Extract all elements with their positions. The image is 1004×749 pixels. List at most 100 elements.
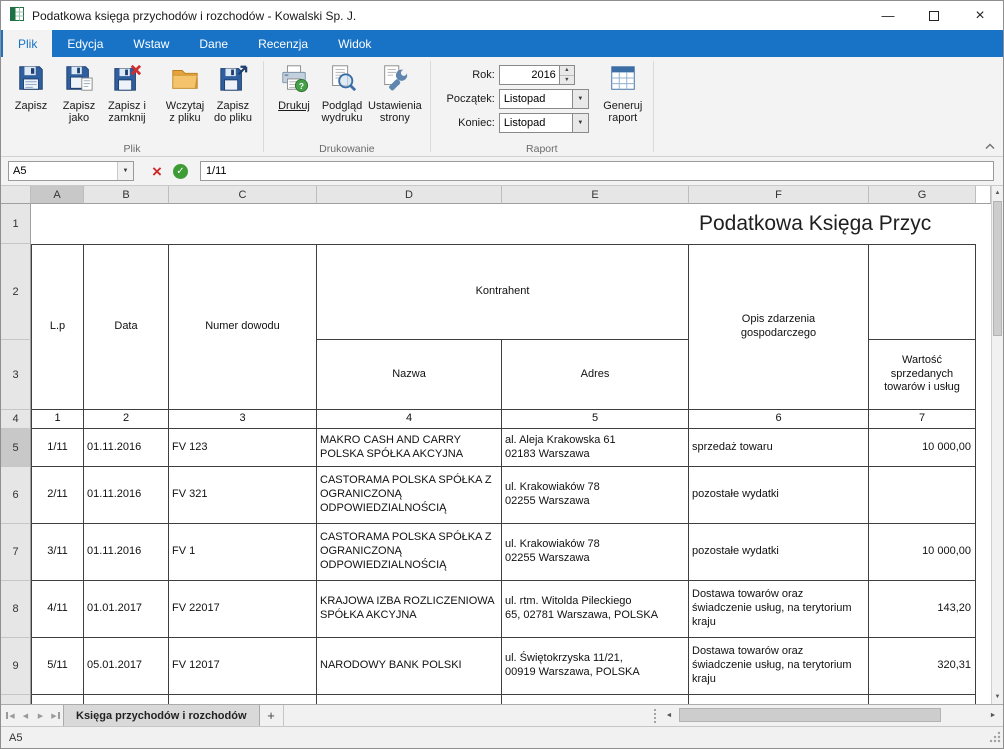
cell-a8[interactable]: 4/11 — [31, 581, 84, 638]
cell-a4[interactable]: 1 — [31, 410, 84, 429]
start-month-dropdown[interactable]: Listopad ▼ — [499, 89, 589, 109]
maximize-button[interactable] — [911, 1, 957, 30]
spin-up-icon[interactable]: ▲ — [560, 66, 574, 76]
horizontal-scrollbar-thumb[interactable] — [679, 708, 941, 722]
header-cell-numer[interactable]: Numer dowodu — [169, 244, 317, 410]
cell-f7[interactable]: pozostałe wydatki — [689, 524, 869, 581]
row-header-5[interactable]: 5 — [1, 429, 31, 467]
cell-c9[interactable]: FV 12017 — [169, 638, 317, 695]
scroll-up-icon[interactable]: ▲ — [992, 186, 1003, 200]
end-month-dropdown[interactable]: Listopad ▼ — [499, 113, 589, 133]
save-as-button[interactable]: Zapisz jako — [55, 60, 103, 128]
row-header-1[interactable]: 1 — [1, 204, 31, 244]
save-to-file-button[interactable]: Zapisz do pliku — [209, 60, 257, 128]
column-header-d[interactable]: D — [317, 186, 502, 204]
cell-g6[interactable] — [869, 467, 976, 524]
generate-report-button[interactable]: Generuj raport — [599, 60, 647, 128]
tab-recenzja[interactable]: Recenzja — [243, 30, 323, 57]
cell-f4[interactable]: 6 — [689, 410, 869, 429]
cell-g7[interactable]: 10 000,00 — [869, 524, 976, 581]
last-sheet-button[interactable]: ▶ — [48, 708, 63, 724]
scroll-right-icon[interactable]: ► — [985, 707, 1001, 724]
row-header-9[interactable]: 9 — [1, 638, 31, 695]
year-spinner[interactable]: 2016 ▲ ▼ — [499, 65, 575, 85]
cell-b8[interactable]: 01.01.2017 — [84, 581, 169, 638]
horizontal-scrollbar[interactable]: ◄ ► — [661, 707, 1001, 724]
cell-d5[interactable]: MAKRO CASH AND CARRY POLSKA SPÓŁKA AKCYJ… — [317, 429, 502, 467]
row-header-3[interactable]: 3 — [1, 340, 31, 410]
tab-scroll-splitter[interactable] — [650, 709, 659, 723]
chevron-down-icon[interactable]: ▼ — [572, 90, 588, 108]
cell-e10[interactable] — [502, 695, 689, 704]
header-cell-lp[interactable]: L.p — [31, 244, 84, 410]
cell-d8[interactable]: KRAJOWA IZBA ROZLICZENIOWA SPÓŁKA AKCYJN… — [317, 581, 502, 638]
column-header-e[interactable]: E — [502, 186, 689, 204]
cell-a10[interactable] — [31, 695, 84, 704]
cell-d4[interactable]: 4 — [317, 410, 502, 429]
resize-grip[interactable] — [988, 730, 1001, 746]
cell-e4[interactable]: 5 — [502, 410, 689, 429]
cell-c10[interactable] — [169, 695, 317, 704]
save-button[interactable]: Zapisz — [7, 60, 55, 115]
cell-c6[interactable]: FV 321 — [169, 467, 317, 524]
confirm-icon[interactable]: ✓ — [173, 164, 188, 179]
cell-g9[interactable]: 320,31 — [869, 638, 976, 695]
cell-c8[interactable]: FV 22017 — [169, 581, 317, 638]
cell-d10[interactable] — [317, 695, 502, 704]
load-from-file-button[interactable]: Wczytaj z pliku — [161, 60, 209, 128]
column-header-a[interactable]: A — [31, 186, 84, 204]
minimize-button[interactable]: — — [865, 1, 911, 30]
cell-f6[interactable]: pozostałe wydatki — [689, 467, 869, 524]
header-cell-kontrahent[interactable]: Kontrahent — [317, 244, 689, 340]
vertical-scrollbar-thumb[interactable] — [993, 201, 1002, 336]
cell-f8[interactable]: Dostawa towarów oraz świadczenie usług, … — [689, 581, 869, 638]
cell-b7[interactable]: 01.11.2016 — [84, 524, 169, 581]
cell-b6[interactable]: 01.11.2016 — [84, 467, 169, 524]
cell-g8[interactable]: 143,20 — [869, 581, 976, 638]
close-button[interactable]: × — [957, 1, 1003, 30]
print-preview-button[interactable]: Podgląd wydruku — [318, 60, 366, 128]
cell-b10[interactable] — [84, 695, 169, 704]
row-header-2[interactable]: 2 — [1, 244, 31, 340]
cell-e9[interactable]: ul. Świętokrzyska 11/21, 00919 Warszawa,… — [502, 638, 689, 695]
print-button[interactable]: ? Drukuj — [270, 60, 318, 115]
tab-wstaw[interactable]: Wstaw — [118, 30, 184, 57]
tab-widok[interactable]: Widok — [323, 30, 386, 57]
ribbon-collapse-icon[interactable] — [982, 140, 998, 153]
row-header-10[interactable] — [1, 695, 31, 704]
cell-a9[interactable]: 5/11 — [31, 638, 84, 695]
previous-sheet-button[interactable]: ◀ — [18, 708, 33, 724]
save-and-close-button[interactable]: Zapisz i zamknij — [103, 60, 151, 128]
header-cell-data[interactable]: Data — [84, 244, 169, 410]
cancel-icon[interactable]: × — [152, 163, 162, 180]
cell-a1-title[interactable]: Podatkowa Księga Przyc — [31, 204, 991, 244]
header-cell-wartosc[interactable]: Wartość sprzedanych towarów i usług — [869, 340, 976, 410]
row-header-6[interactable]: 6 — [1, 467, 31, 524]
horizontal-scrollbar-track[interactable] — [677, 707, 985, 724]
cell-f10[interactable] — [689, 695, 869, 704]
tab-plik[interactable]: Plik — [3, 30, 52, 57]
cell-c5[interactable]: FV 123 — [169, 429, 317, 467]
cell-g5[interactable]: 10 000,00 — [869, 429, 976, 467]
tab-edycja[interactable]: Edycja — [52, 30, 118, 57]
cell-e7[interactable]: ul. Krakowiaków 78 02255 Warszawa — [502, 524, 689, 581]
formula-input[interactable] — [200, 161, 994, 181]
cell-g10[interactable] — [869, 695, 976, 704]
page-setup-button[interactable]: Ustawienia strony — [366, 60, 424, 128]
header-cell-opis[interactable]: Opis zdarzenia gospodarczego — [689, 244, 869, 410]
cell-c7[interactable]: FV 1 — [169, 524, 317, 581]
cell-g4[interactable]: 7 — [869, 410, 976, 429]
cell-e8[interactable]: ul. rtm. Witolda Pileckiego 65, 02781 Wa… — [502, 581, 689, 638]
cell-e6[interactable]: ul. Krakowiaków 78 02255 Warszawa — [502, 467, 689, 524]
chevron-down-icon[interactable]: ▼ — [117, 162, 133, 180]
header-cell-nazwa[interactable]: Nazwa — [317, 340, 502, 410]
cell-a5[interactable]: 1/11 — [31, 429, 84, 467]
scroll-down-icon[interactable]: ▼ — [992, 690, 1003, 704]
column-header-f[interactable]: F — [689, 186, 869, 204]
column-header-partial[interactable] — [976, 186, 991, 204]
first-sheet-button[interactable]: ◀ — [3, 708, 18, 724]
chevron-down-icon[interactable]: ▼ — [572, 114, 588, 132]
sheet-tab-ksiega[interactable]: Księga przychodów i rozchodów — [63, 705, 260, 726]
cell-d7[interactable]: CASTORAMA POLSKA SPÓŁKA Z OGRANICZONĄ OD… — [317, 524, 502, 581]
column-header-b[interactable]: B — [84, 186, 169, 204]
